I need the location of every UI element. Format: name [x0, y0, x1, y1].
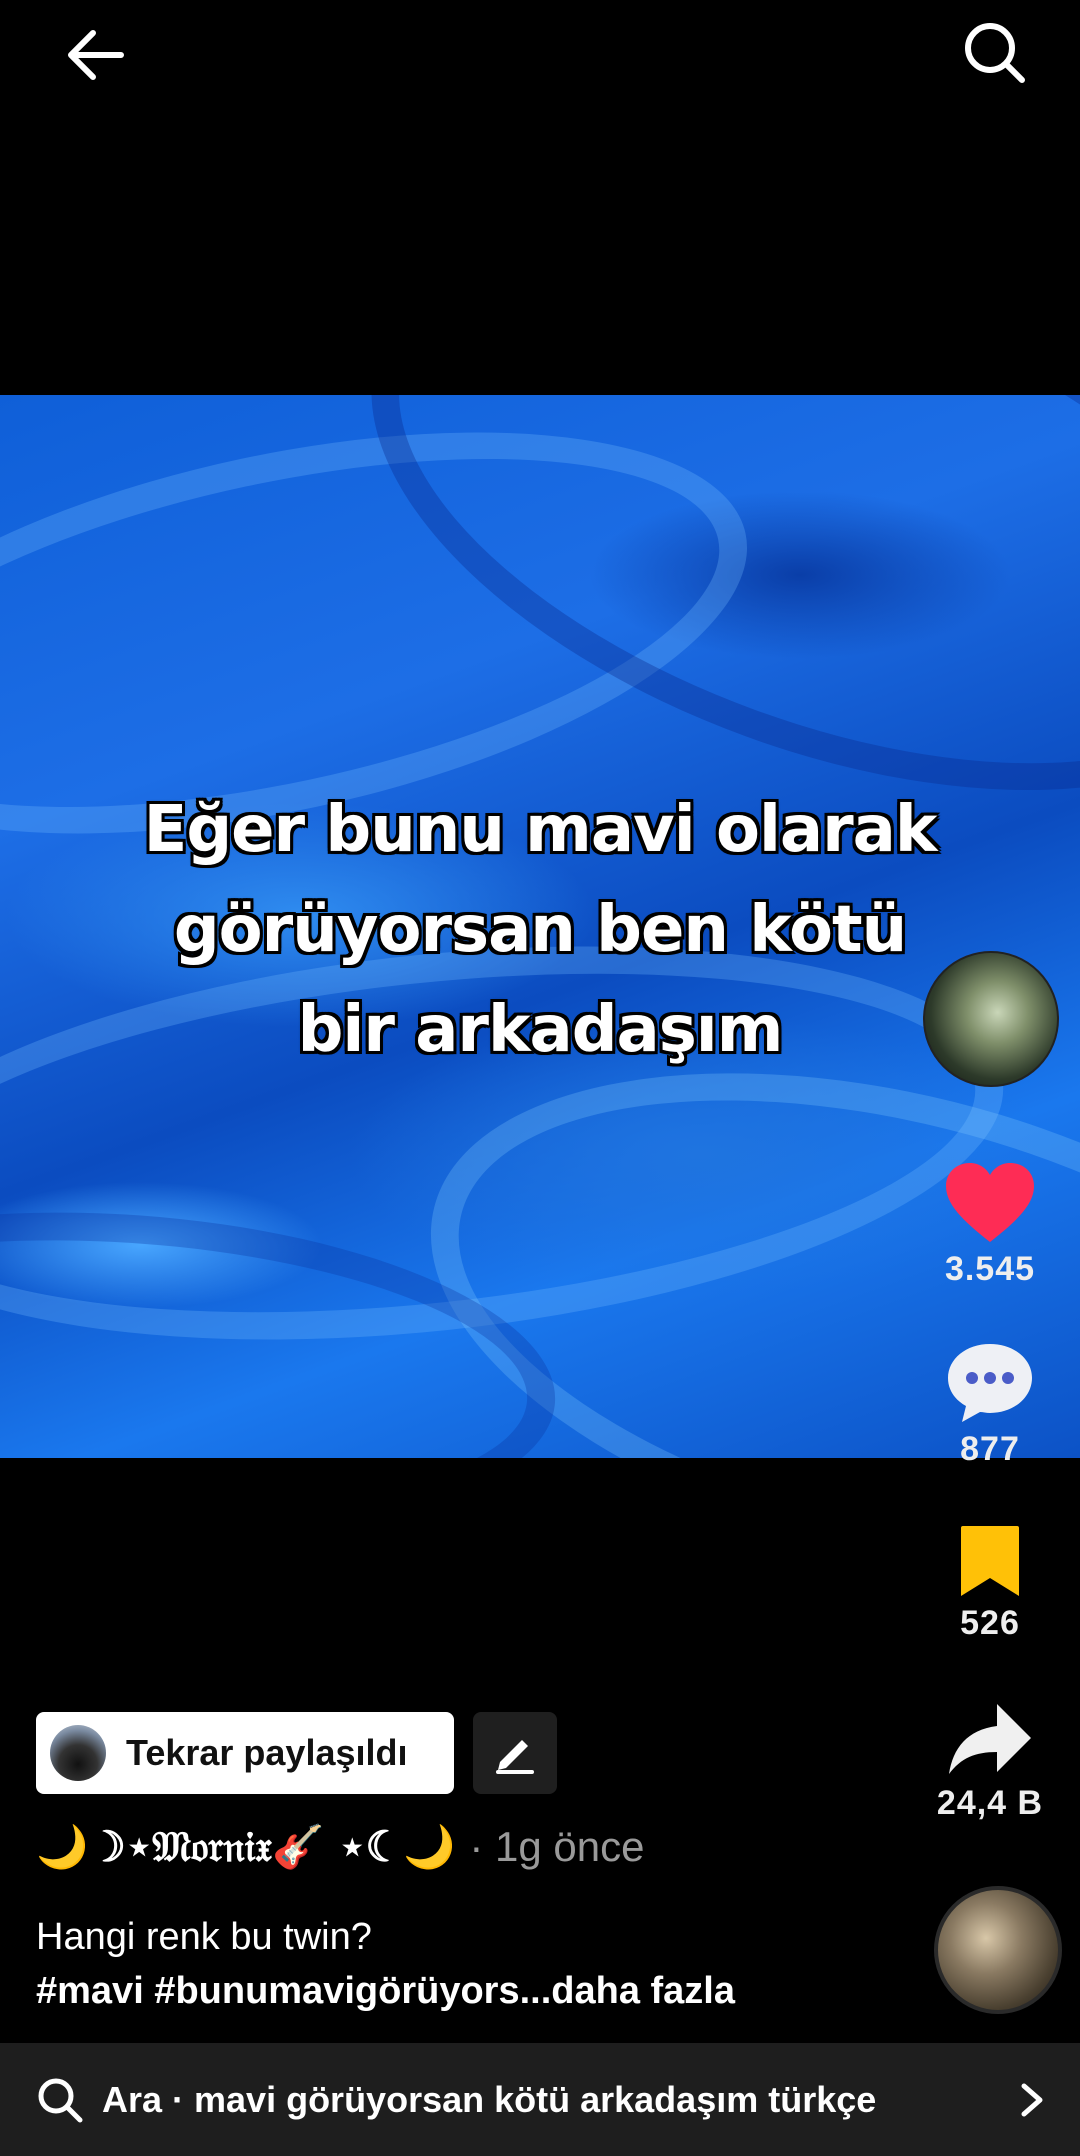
creator-avatar[interactable] [923, 951, 1059, 1087]
overlay-line: görüyorsan ben kötü [173, 893, 907, 967]
overlay-line: Eğer bunu mavi olarak [143, 793, 938, 867]
comment-count: 877 [960, 1430, 1020, 1468]
author-name[interactable]: 🌙☽⋆𝔐𝔬𝔯𝔫𝔦𝔵🎸 ⋆☾🌙 [36, 1822, 455, 1872]
share-button[interactable]: 24,4 B [930, 1700, 1050, 1823]
bookmark-icon [961, 1526, 1019, 1596]
search-button[interactable] [950, 8, 1040, 98]
comment-bubble-icon [948, 1344, 1032, 1422]
related-search-bar[interactable]: Ara · mavi görüyorsan kötü arkadaşım tür… [0, 2043, 1080, 2156]
reposter-avatar [50, 1725, 106, 1781]
overlay-line: bir arkadaşım [297, 993, 784, 1067]
video-overlay-text: Eğer bunu mavi olarak görüyorsan ben köt… [0, 780, 1080, 1080]
chevron-right-icon [1021, 2083, 1043, 2116]
repost-label: Tekrar paylaşıldı [126, 1732, 408, 1773]
like-button[interactable]: 3.545 [930, 1160, 1050, 1289]
comment-button[interactable]: 877 [930, 1340, 1050, 1469]
share-arrow-icon [949, 1704, 1031, 1774]
heart-icon [946, 1163, 1034, 1242]
back-button[interactable] [50, 10, 140, 100]
more-link[interactable]: daha fazla [551, 1970, 735, 2012]
save-count: 526 [960, 1604, 1020, 1642]
share-count: 24,4 B [936, 1784, 1044, 1822]
like-count: 3.545 [944, 1250, 1036, 1288]
search-icon [38, 2078, 83, 2122]
author-row: 🌙☽⋆𝔐𝔬𝔯𝔫𝔦𝔵🎸 ⋆☾🌙 · 1g önce [36, 1822, 644, 1872]
post-time: · 1g önce [469, 1823, 645, 1870]
post-caption[interactable]: Hangi renk bu twin? #mavi #bunumavigörüy… [36, 1910, 916, 2018]
related-search-text: Ara · mavi görüyorsan kötü arkadaşım tür… [102, 2078, 877, 2120]
edit-repost-button[interactable] [473, 1712, 557, 1794]
music-disc[interactable] [934, 1886, 1062, 2014]
repost-badge[interactable]: Tekrar paylaşıldı [36, 1712, 454, 1794]
caption-hashtags[interactable]: #mavi #bunumavigörüyors... [36, 1970, 551, 2012]
arrow-left-icon [68, 30, 124, 80]
video-player[interactable]: Eğer bunu mavi olarak görüyorsan ben köt… [0, 395, 1080, 1458]
caption-text: Hangi renk bu twin? [36, 1916, 372, 1958]
save-button[interactable]: 526 [930, 1524, 1050, 1643]
search-icon [965, 23, 1025, 83]
pencil-icon [496, 1740, 534, 1774]
